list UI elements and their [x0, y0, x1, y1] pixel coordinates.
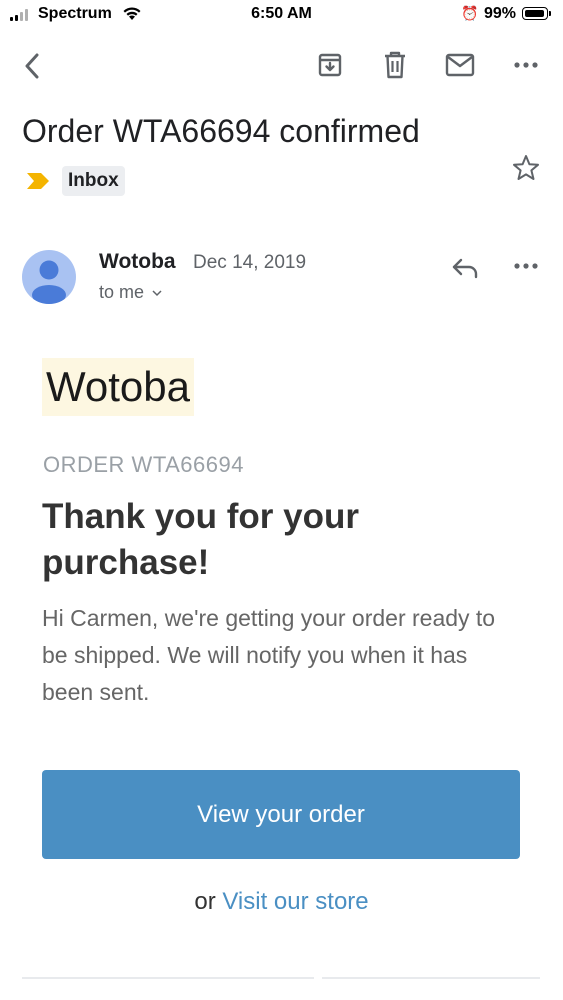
sender-name[interactable]: Wotoba	[99, 250, 176, 274]
delete-icon	[385, 51, 405, 79]
message-body: Hi Carmen, we're getting your order read…	[42, 605, 496, 705]
more-icon	[514, 62, 538, 68]
reply-icon	[452, 258, 478, 279]
store-link-line: or Visit our store	[0, 888, 563, 916]
battery-percent: 99%	[484, 5, 517, 22]
alarm-icon: ⏰	[461, 5, 479, 21]
view-order-button[interactable]: View your order	[42, 770, 520, 859]
back-icon	[25, 53, 39, 79]
brand-logo-text: Wotoba	[42, 358, 194, 416]
email-date: Dec 14, 2019	[193, 252, 307, 273]
star-icon	[513, 154, 539, 180]
order-number: ORDER WTA66694	[43, 452, 244, 477]
delete-button[interactable]	[376, 46, 414, 84]
default-avatar-icon	[32, 260, 66, 304]
message-more-button[interactable]	[508, 250, 544, 282]
important-marker-icon[interactable]	[26, 172, 50, 190]
message-headline: Thank you for your purchase!	[42, 497, 359, 582]
visit-store-link[interactable]: Visit our store	[222, 888, 368, 915]
reply-button[interactable]	[446, 250, 484, 286]
mark-unread-button[interactable]	[440, 46, 480, 84]
chevron-down-icon	[152, 290, 162, 296]
archive-icon	[318, 53, 342, 77]
mark-unread-icon	[445, 53, 475, 77]
status-bar: Spectrum 6:50 AM ⏰ 99%	[0, 0, 563, 30]
footer-divider-left	[22, 977, 314, 979]
email-subject: Order WTA66694 confirmed	[22, 113, 420, 149]
more-icon	[514, 263, 538, 269]
back-button[interactable]	[14, 48, 50, 84]
star-button[interactable]	[508, 149, 544, 185]
recipient-label: to me	[99, 282, 145, 302]
avatar[interactable]	[22, 250, 76, 304]
archive-button[interactable]	[311, 46, 349, 84]
battery-icon	[522, 7, 551, 20]
label-chip[interactable]: Inbox	[62, 166, 125, 196]
recipient-details-toggle[interactable]: to me	[99, 282, 162, 303]
clock: 6:50 AM	[251, 5, 312, 22]
more-options-button[interactable]	[508, 46, 544, 84]
store-link-prefix: or	[194, 888, 216, 915]
footer-divider-right	[322, 977, 540, 979]
